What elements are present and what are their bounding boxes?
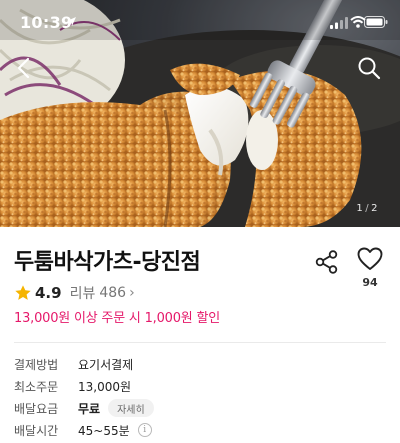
delivery-fee-detail-button[interactable]: 자세히 [108,399,154,417]
review-link[interactable]: 리뷰 486 › [70,283,135,303]
info-icon[interactable]: i [137,423,152,437]
cellular-signal-icon [330,17,348,29]
battery-icon [364,16,388,28]
review-label: 리뷰 [69,286,96,302]
discount-banner: 13,000원 이상 주문 시 1,000원 할인 [14,311,221,326]
delivery-time-value: 45~55분 [78,423,130,438]
chevron-right-icon: › [129,285,135,301]
store-info-panel: 두툼바삭가츠-당진점 94 4.9 리뷰 486 › 13,000원 이상 주문… [0,227,400,443]
share-icon[interactable] [314,249,340,275]
delivery-time-label: 배달시간 [14,423,59,438]
page-current: 1 [356,203,364,214]
payment-label: 결제방법 [14,357,59,372]
chevron-left-icon[interactable] [12,55,38,81]
hero-image[interactable]: 10:39 1/2 [0,0,400,227]
detail-row-delivery-time: 배달시간 45~55분 i [14,421,152,439]
review-count: 486 [99,285,127,301]
detail-row-delivery-fee: 배달요금 무료 자세히 [14,399,154,417]
search-icon[interactable] [356,55,382,81]
star-icon [15,285,31,300]
min-order-label: 최소주문 [14,379,59,394]
status-bar: 10:39 [0,0,400,46]
rating-row: 4.9 리뷰 486 › [14,283,135,303]
status-time: 10:39 [20,13,73,32]
min-order-value: 13,000원 [78,379,132,394]
store-name: 두툼바삭가츠-당진점 [14,250,201,275]
like-count: 94 [362,276,378,289]
heart-icon [357,247,383,270]
page-total: 2 [371,203,378,214]
page-separator: / [365,203,370,214]
location-arrow-icon [67,17,76,26]
detail-row-payment: 결제방법 요기서결제 [14,355,133,373]
detail-row-min-order: 최소주문 13,000원 [14,377,131,395]
like-button[interactable]: 94 [356,247,384,293]
image-page-indicator: 1/2 [356,203,378,214]
delivery-fee-value: 무료 [78,401,101,416]
rating-value: 4.9 [35,284,62,302]
divider [14,342,386,343]
delivery-fee-label: 배달요금 [14,401,59,416]
payment-value: 요기서결제 [78,357,134,372]
